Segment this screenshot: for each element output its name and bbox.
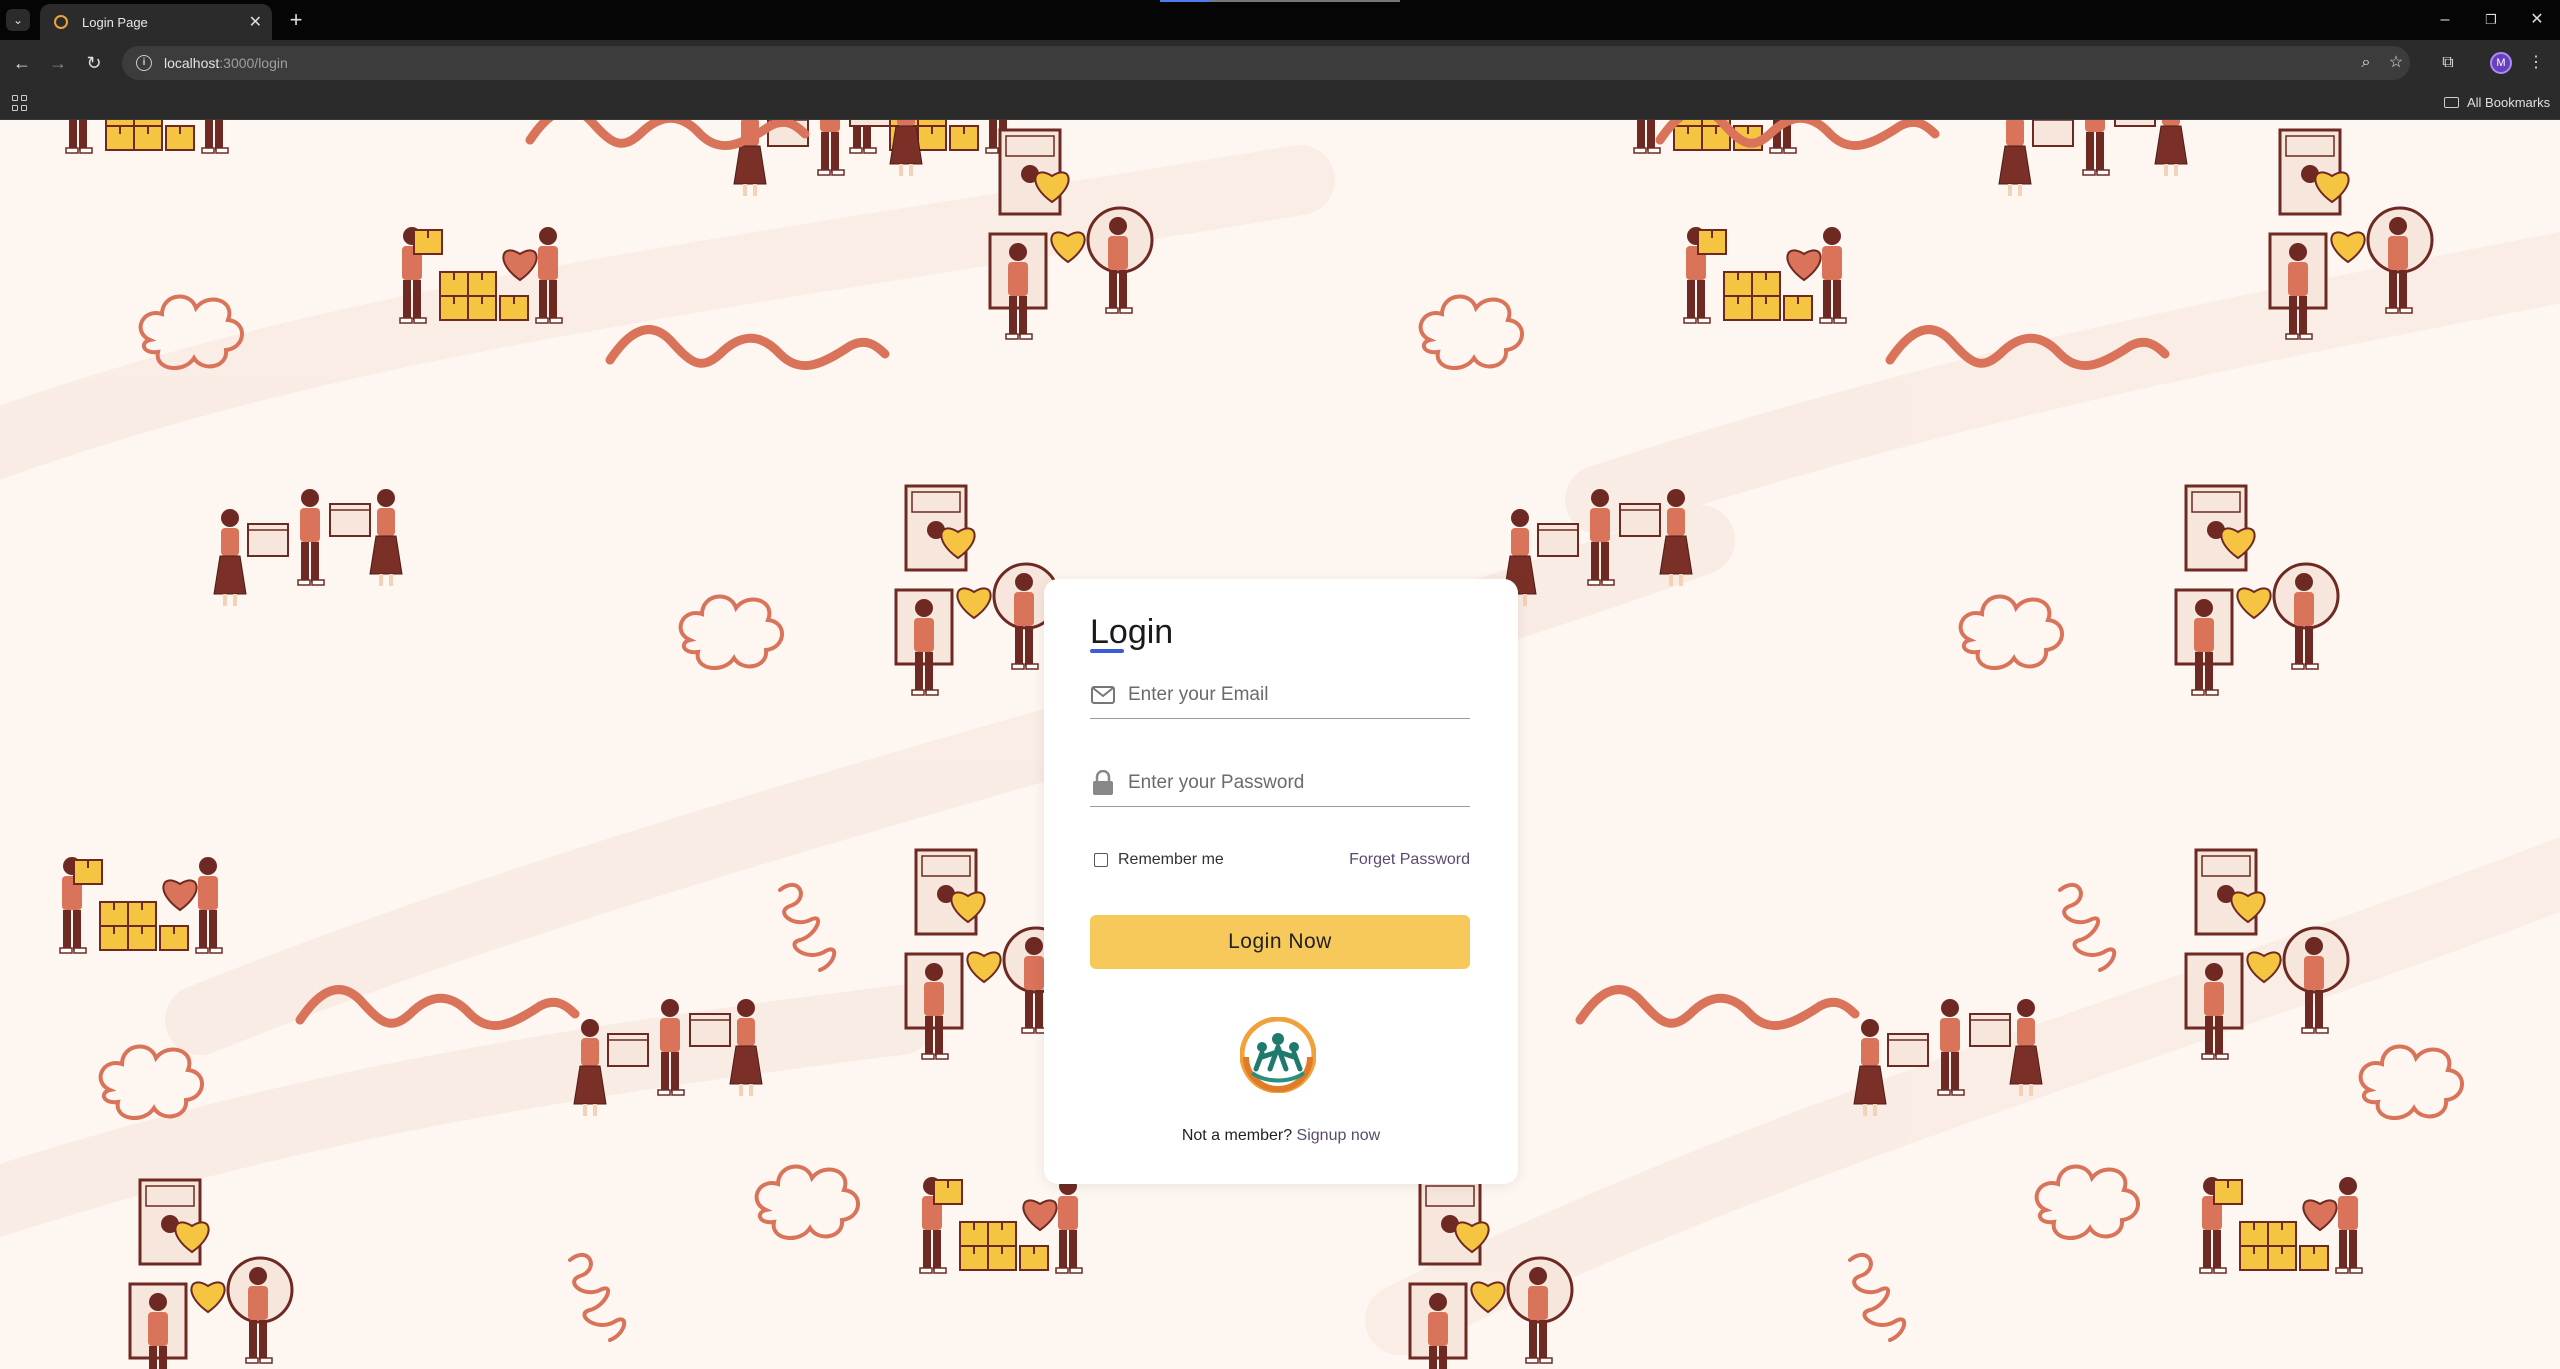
title-underline (1090, 649, 1124, 653)
loading-progress (1160, 0, 1400, 2)
back-icon[interactable]: ← (8, 49, 36, 77)
login-title: Login (1090, 613, 1174, 651)
browser-tab-strip: ⌄ Login Page ✕ + – ❐ ✕ (0, 0, 2560, 40)
reload-icon[interactable]: ↻ (80, 49, 108, 77)
lock-icon (1090, 769, 1116, 796)
tab-title: Login Page (82, 14, 148, 30)
community-logo (1240, 1017, 1316, 1093)
profile-avatar[interactable]: M (2490, 52, 2512, 74)
site-info-icon[interactable]: i (136, 55, 152, 71)
tab-loading-icon (54, 15, 68, 29)
restore-button[interactable]: ❐ (2476, 6, 2506, 34)
url-text: localhost:3000/login (164, 55, 288, 71)
login-options-row: Remember me Forget Password (1090, 851, 1470, 869)
address-bar[interactable]: i localhost:3000/login (122, 46, 2410, 80)
menu-icon[interactable]: ⋮ (2522, 49, 2550, 77)
browser-tab[interactable]: Login Page ✕ (40, 4, 272, 40)
forgot-password-link[interactable]: Forget Password (1349, 851, 1470, 869)
login-card: Login Remember me Forget Password Login … (1044, 579, 1518, 1184)
extensions-icon[interactable]: ⧉ (2434, 49, 2462, 77)
all-bookmarks-button[interactable]: All Bookmarks (2444, 95, 2550, 110)
bookmark-star-icon[interactable]: ☆ (2382, 49, 2410, 77)
tab-close-icon[interactable]: ✕ (249, 12, 262, 32)
zoom-icon[interactable]: ⌕ (2352, 49, 2380, 77)
password-input[interactable] (1128, 771, 1458, 794)
signup-link[interactable]: Signup now (1297, 1127, 1381, 1144)
folder-icon (2444, 97, 2459, 108)
window-close-button[interactable]: ✕ (2522, 6, 2552, 34)
browser-toolbar: ← → ↻ i localhost:3000/login ⌕ ☆ ⧉ ⋮ (0, 40, 2560, 86)
new-tab-button[interactable]: + (282, 6, 310, 34)
envelope-icon (1090, 682, 1116, 708)
minimize-button[interactable]: – (2430, 6, 2460, 34)
remember-checkbox[interactable] (1094, 853, 1108, 867)
all-bookmarks-label: All Bookmarks (2467, 95, 2551, 110)
remember-me[interactable]: Remember me (1090, 851, 1224, 869)
password-field[interactable] (1090, 759, 1470, 807)
apps-icon[interactable] (12, 95, 28, 111)
email-input[interactable] (1128, 683, 1458, 706)
login-page: Login Remember me Forget Password Login … (0, 120, 2560, 1369)
login-button[interactable]: Login Now (1090, 915, 1470, 969)
forward-icon[interactable]: → (44, 49, 72, 77)
signup-prompt: Not a member? (1181, 1127, 1293, 1144)
tab-search-icon[interactable]: ⌄ (6, 9, 30, 31)
email-field[interactable] (1090, 671, 1470, 719)
bookmarks-bar: All Bookmarks (0, 86, 2560, 120)
signup-line: Not a member? Signup now (1044, 1127, 1518, 1145)
remember-label: Remember me (1118, 851, 1224, 868)
